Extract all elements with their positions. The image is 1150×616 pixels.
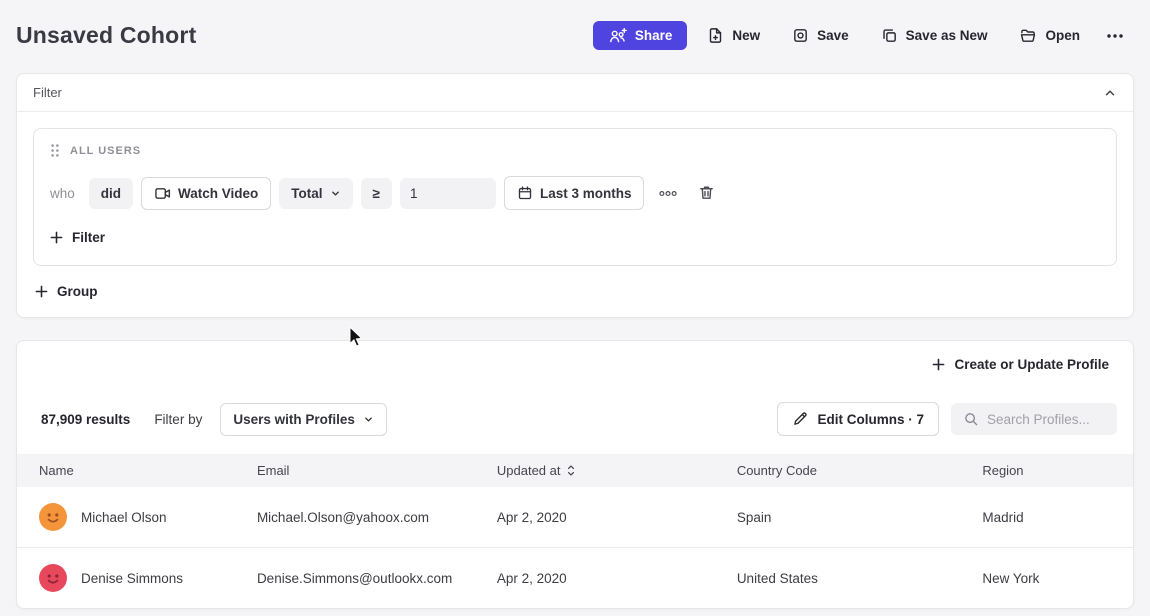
aggregation-chip-label: Total <box>291 186 322 201</box>
cohort-group-box: ALL USERS who did Watch Video <box>33 128 1117 266</box>
calendar-icon <box>517 185 533 201</box>
header-actions: Share New Save <box>593 20 1130 51</box>
add-group-button[interactable]: Group <box>35 284 98 299</box>
filter-by-label: Filter by <box>154 412 202 427</box>
profiles-filter-label: Users with Profiles <box>233 412 355 427</box>
cell-email: Denise.Simmons@outlookx.com <box>257 548 497 609</box>
pencil-icon <box>792 411 808 427</box>
add-filter-label: Filter <box>72 230 105 245</box>
filter-panel-body: ALL USERS who did Watch Video <box>17 112 1133 317</box>
more-options-button[interactable] <box>1100 26 1130 46</box>
copy-icon <box>881 27 898 44</box>
column-header-name[interactable]: Name <box>17 454 257 487</box>
cell-country-code: Spain <box>737 487 983 548</box>
edit-columns-label: Edit Columns · 7 <box>817 412 924 427</box>
table-row[interactable]: Denise Simmons Denise.Simmons@outlookx.c… <box>17 548 1133 609</box>
filter-condition-row: who did Watch Video Total <box>50 176 1100 210</box>
plus-icon <box>50 231 63 244</box>
profiles-table: Name Email Updated at <box>17 454 1133 608</box>
threshold-value-input[interactable] <box>400 178 496 209</box>
filter-panel-header[interactable]: Filter <box>17 74 1133 112</box>
column-header-updated-at[interactable]: Updated at <box>497 454 737 487</box>
did-chip-label: did <box>101 186 121 201</box>
folder-open-icon <box>1019 27 1037 44</box>
column-header-region[interactable]: Region <box>982 454 1133 487</box>
add-filter-button[interactable]: Filter <box>50 230 105 245</box>
create-profile-label: Create or Update Profile <box>954 357 1109 372</box>
table-header-row: Name Email Updated at <box>17 454 1133 487</box>
share-button-label: Share <box>635 28 673 43</box>
operator-chip[interactable]: ≥ <box>361 178 392 209</box>
avatar <box>39 503 67 531</box>
search-profiles-box[interactable] <box>951 403 1117 435</box>
save-as-new-button-label: Save as New <box>906 28 988 43</box>
search-icon <box>963 411 979 427</box>
edit-columns-button[interactable]: Edit Columns · 7 <box>777 402 939 436</box>
new-button[interactable]: New <box>695 20 772 51</box>
who-label: who <box>50 186 75 201</box>
more-dots-icon <box>1106 33 1124 39</box>
filter-panel-title: Filter <box>33 85 62 100</box>
chevron-down-icon <box>330 188 341 199</box>
column-header-country-code[interactable]: Country Code <box>737 454 983 487</box>
event-chip-label: Watch Video <box>178 186 258 201</box>
date-range-chip[interactable]: Last 3 months <box>504 176 645 210</box>
save-icon <box>792 27 809 44</box>
video-event-icon <box>154 186 171 201</box>
plus-icon <box>932 358 945 371</box>
cell-name: Denise Simmons <box>17 548 257 609</box>
add-group-label: Group <box>57 284 98 299</box>
save-as-new-button[interactable]: Save as New <box>869 20 1000 51</box>
open-button[interactable]: Open <box>1007 20 1092 51</box>
plus-icon <box>35 285 48 298</box>
chevron-up-icon[interactable] <box>1103 86 1117 100</box>
cell-email: Michael.Olson@yahoox.com <box>257 487 497 548</box>
cell-updated-at: Apr 2, 2020 <box>497 487 737 548</box>
cell-country-code: United States <box>737 548 983 609</box>
date-range-chip-label: Last 3 months <box>540 186 632 201</box>
delete-condition-button[interactable] <box>692 178 721 208</box>
event-selector-chip[interactable]: Watch Video <box>141 177 271 210</box>
share-button[interactable]: Share <box>593 21 688 50</box>
results-card: Create or Update Profile 87,909 results … <box>16 340 1134 609</box>
operator-chip-label: ≥ <box>373 186 380 201</box>
cell-name: Michael Olson <box>17 487 257 548</box>
top-bar: Unsaved Cohort Share <box>0 0 1150 51</box>
new-button-label: New <box>732 28 760 43</box>
new-file-icon <box>707 27 724 44</box>
cell-region: New York <box>982 548 1133 609</box>
filter-card: Filter ALL USERS who <box>16 73 1134 318</box>
aggregation-dropdown-chip[interactable]: Total <box>279 178 352 209</box>
cell-updated-at: Apr 2, 2020 <box>497 548 737 609</box>
table-row[interactable]: Michael Olson Michael.Olson@yahoox.com A… <box>17 487 1133 548</box>
drag-handle-icon[interactable] <box>50 143 60 158</box>
search-profiles-input[interactable] <box>987 412 1105 427</box>
sort-icon[interactable] <box>566 464 576 477</box>
condition-more-button[interactable] <box>652 184 684 203</box>
save-button-label: Save <box>817 28 849 43</box>
did-selector-chip[interactable]: did <box>89 178 133 209</box>
results-count: 87,909 results <box>41 412 130 427</box>
page-title: Unsaved Cohort <box>16 22 196 49</box>
group-users-label: ALL USERS <box>70 145 141 157</box>
profiles-filter-dropdown[interactable]: Users with Profiles <box>220 403 387 436</box>
save-button[interactable]: Save <box>780 20 861 51</box>
create-or-update-profile-button[interactable]: Create or Update Profile <box>932 357 1109 372</box>
chevron-down-icon <box>363 414 374 425</box>
share-users-icon <box>608 28 627 43</box>
open-button-label: Open <box>1045 28 1080 43</box>
avatar <box>39 564 67 592</box>
cell-region: Madrid <box>982 487 1133 548</box>
results-toolbar: 87,909 results Filter by Users with Prof… <box>17 384 1133 454</box>
column-header-email[interactable]: Email <box>257 454 497 487</box>
